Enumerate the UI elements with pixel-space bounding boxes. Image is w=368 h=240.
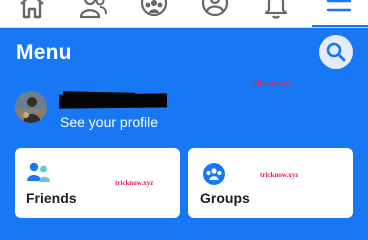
redacted-name-block [62, 91, 136, 103]
menu-icon[interactable] [324, 0, 360, 22]
active-tab-indicator [312, 25, 368, 27]
watermark-text: tricknow.xyz [115, 179, 154, 187]
friends-card-label: Friends [26, 190, 77, 206]
groups-card[interactable]: tricknow.xyz Groups [188, 148, 353, 218]
groups-icon [203, 163, 225, 185]
avatar[interactable] [15, 91, 47, 123]
home-icon[interactable] [17, 0, 53, 22]
profile-icon[interactable] [200, 0, 236, 22]
search-button[interactable] [319, 35, 353, 69]
watermark-text: tricknow.xyz [252, 79, 291, 87]
friends-icon[interactable] [78, 0, 114, 22]
top-nav-bar [0, 0, 368, 28]
page-title: Menu [16, 41, 72, 64]
watermark-text: tricknow.xyz [260, 171, 299, 179]
groups-icon[interactable] [139, 0, 175, 22]
friends-card[interactable]: tricknow.xyz Friends [15, 148, 180, 218]
search-icon [326, 42, 346, 62]
see-profile-link[interactable]: See your profile [60, 114, 158, 130]
notifications-icon[interactable] [261, 0, 297, 22]
friends-icon [27, 162, 50, 182]
groups-card-label: Groups [200, 190, 250, 206]
